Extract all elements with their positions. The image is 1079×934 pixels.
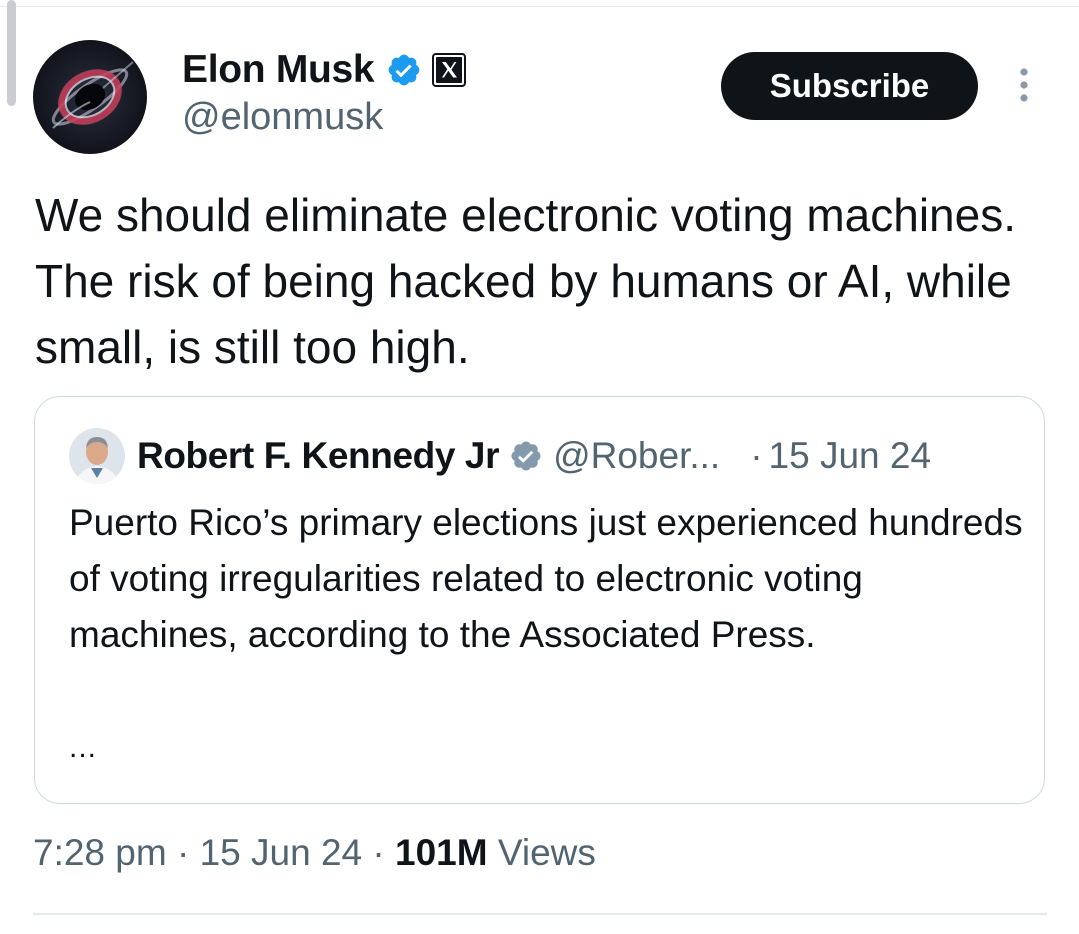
subscribe-button[interactable]: Subscribe [721, 52, 978, 120]
top-divider [0, 6, 1079, 7]
quoted-header: Robert F. Kennedy Jr @Rober... · 15 Jun … [137, 431, 931, 481]
author-handle[interactable]: @elonmusk [182, 96, 383, 139]
quoted-author-handle[interactable]: @Rober... [553, 435, 720, 477]
more-vertical-icon[interactable] [1009, 66, 1039, 108]
tweet-text: We should eliminate electronic voting ma… [35, 189, 1016, 373]
views-count: 101M [395, 832, 488, 873]
tweet-date[interactable]: 15 Jun 24 [200, 832, 363, 873]
meta-separator: · [166, 832, 200, 873]
quoted-date[interactable]: 15 Jun 24 [769, 435, 932, 477]
author-avatar[interactable] [33, 40, 147, 154]
x-logo-icon[interactable] [432, 53, 467, 87]
meta-separator: · [362, 832, 396, 873]
verified-badge-icon[interactable] [386, 52, 422, 88]
quoted-show-more-ellipsis: ... [69, 731, 98, 764]
views-label: Views [497, 832, 596, 873]
quoted-avatar-image [69, 428, 125, 484]
verified-badge-icon[interactable] [509, 439, 543, 473]
quoted-tweet-text: Puerto Rico’s primary elections just exp… [69, 502, 1023, 655]
tweet-meta-row: 7:28 pm · 15 Jun 24 · 101M Views [33, 832, 596, 874]
quoted-author-name[interactable]: Robert F. Kennedy Jr [137, 435, 499, 477]
quoted-author-avatar[interactable] [69, 428, 125, 484]
scroll-indicator[interactable] [7, 0, 16, 106]
author-name[interactable]: Elon Musk [182, 48, 375, 92]
author-name-row[interactable]: Elon Musk [182, 46, 467, 94]
quoted-separator: · [750, 435, 763, 476]
quoted-tweet-card[interactable]: Robert F. Kennedy Jr @Rober... · 15 Jun … [34, 396, 1045, 804]
tweet-time[interactable]: 7:28 pm [33, 832, 167, 873]
bottom-divider [33, 913, 1047, 915]
black-hole-avatar-image [33, 40, 147, 154]
